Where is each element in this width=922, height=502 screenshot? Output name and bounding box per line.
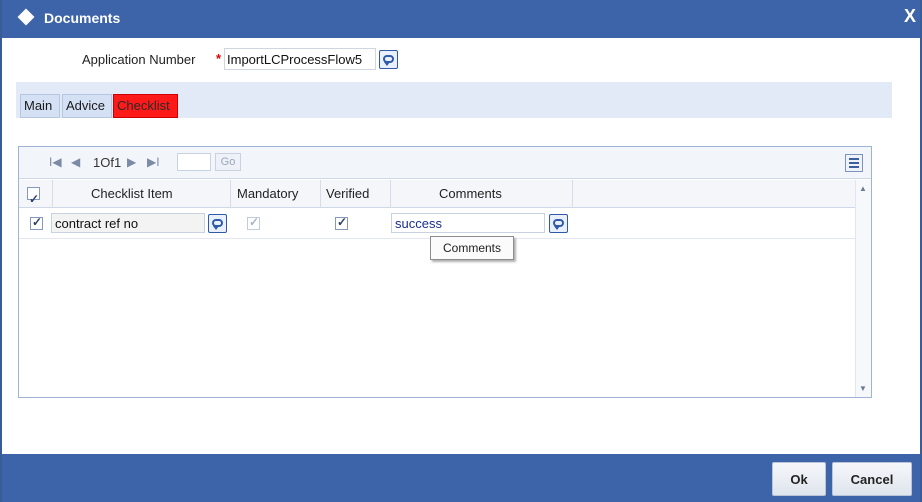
window-icon bbox=[17, 8, 35, 26]
grid-toolbar: I◀ ◀ 1Of1 ▶ ▶I Go bbox=[19, 147, 871, 179]
select-all-checkbox[interactable] bbox=[27, 185, 40, 213]
vertical-scrollbar[interactable]: ▲ ▼ bbox=[855, 180, 871, 397]
comments-lov-button[interactable] bbox=[549, 214, 568, 233]
checklist-grid: I◀ ◀ 1Of1 ▶ ▶I Go Checklist Item Mandato… bbox=[18, 146, 872, 398]
page-indicator: 1Of1 bbox=[93, 155, 122, 170]
application-number-input[interactable] bbox=[224, 48, 376, 70]
next-page-icon[interactable]: ▶ bbox=[127, 155, 136, 169]
application-number-label: Application Number bbox=[82, 52, 196, 67]
ok-button[interactable]: Ok bbox=[772, 462, 826, 496]
footer-bar: Ok Cancel bbox=[2, 454, 920, 502]
column-header-checklist-item: Checklist Item bbox=[53, 180, 231, 208]
scroll-up-icon[interactable]: ▲ bbox=[859, 184, 867, 193]
scroll-down-icon[interactable]: ▼ bbox=[859, 384, 867, 393]
select-all-cell bbox=[19, 180, 53, 213]
title-bar: Documents X bbox=[2, 0, 920, 38]
column-header-comments: Comments bbox=[391, 180, 573, 208]
required-marker: * bbox=[216, 51, 222, 66]
page-number-input[interactable] bbox=[177, 153, 211, 171]
row-select-checkbox[interactable] bbox=[30, 215, 43, 230]
comments-input[interactable] bbox=[391, 213, 545, 233]
documents-window: Documents X Application Number * Main Ad… bbox=[0, 0, 922, 502]
mandatory-checkbox bbox=[247, 215, 260, 230]
table-row bbox=[19, 209, 855, 239]
go-button[interactable]: Go bbox=[215, 153, 241, 171]
column-header-verified: Verified bbox=[321, 180, 391, 208]
application-number-lov-button[interactable] bbox=[379, 50, 398, 69]
grid-header: Checklist Item Mandatory Verified Commen… bbox=[19, 180, 855, 213]
prev-page-icon[interactable]: ◀ bbox=[71, 155, 80, 169]
last-page-icon[interactable]: ▶I bbox=[147, 155, 160, 169]
tab-checklist[interactable]: Checklist bbox=[113, 94, 178, 118]
first-page-icon[interactable]: I◀ bbox=[49, 155, 62, 169]
tab-bar: Main Advice Checklist bbox=[16, 82, 892, 118]
cancel-button[interactable]: Cancel bbox=[832, 462, 912, 496]
column-header-mandatory: Mandatory bbox=[231, 180, 321, 208]
single-record-view-icon[interactable] bbox=[845, 154, 863, 172]
tab-advice[interactable]: Advice bbox=[62, 94, 112, 118]
comments-tooltip: Comments bbox=[430, 236, 514, 260]
tab-main[interactable]: Main bbox=[20, 94, 60, 118]
checklist-item-input[interactable] bbox=[51, 213, 205, 233]
window-title: Documents bbox=[44, 10, 121, 26]
verified-checkbox[interactable] bbox=[335, 215, 348, 230]
close-icon[interactable]: X bbox=[904, 6, 916, 27]
checklist-item-lov-button[interactable] bbox=[208, 214, 227, 233]
